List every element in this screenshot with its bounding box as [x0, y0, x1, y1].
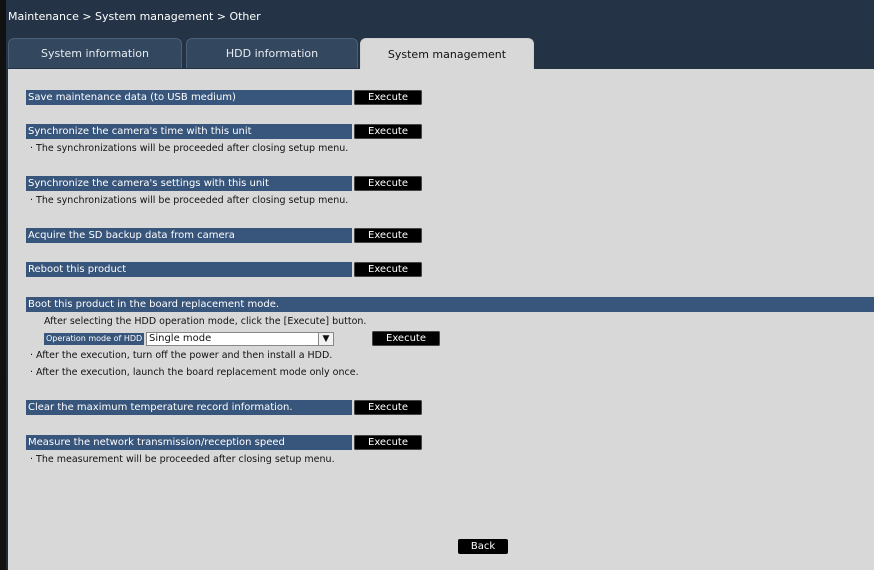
- dropdown-arrow-icon[interactable]: ▼: [318, 333, 333, 345]
- tab-label: System management: [387, 48, 507, 61]
- hdd-mode-value: Single mode: [149, 333, 212, 344]
- back-button[interactable]: Back: [458, 539, 508, 554]
- board-replacement-label: Boot this product in the board replaceme…: [26, 297, 874, 312]
- sync-settings-execute-button[interactable]: Execute: [354, 176, 422, 191]
- save-maintenance-label: Save maintenance data (to USB medium): [26, 90, 352, 105]
- board-replacement-instruction: After selecting the HDD operation mode, …: [44, 316, 367, 327]
- tab-label: HDD information: [225, 47, 319, 60]
- board-replacement-execute-button[interactable]: Execute: [372, 331, 440, 346]
- tab-hdd-information[interactable]: HDD information: [186, 38, 358, 68]
- sd-backup-execute-button[interactable]: Execute: [354, 228, 422, 243]
- hdd-mode-select[interactable]: Single mode ▼: [146, 332, 334, 346]
- board-note-1: · After the execution, turn off the powe…: [30, 350, 333, 361]
- reboot-execute-button[interactable]: Execute: [354, 262, 422, 277]
- clear-temperature-label: Clear the maximum temperature record inf…: [26, 400, 352, 415]
- breadcrumb: Maintenance > System management > Other: [8, 10, 261, 23]
- sync-settings-label: Synchronize the camera's settings with t…: [26, 176, 352, 191]
- tab-label: System information: [40, 47, 149, 60]
- sync-time-execute-button[interactable]: Execute: [354, 124, 422, 139]
- measure-network-execute-button[interactable]: Execute: [354, 435, 422, 450]
- clear-temperature-execute-button[interactable]: Execute: [354, 400, 422, 415]
- tab-system-information[interactable]: System information: [8, 38, 182, 68]
- sd-backup-label: Acquire the SD backup data from camera: [26, 228, 352, 243]
- save-maintenance-execute-button[interactable]: Execute: [354, 90, 422, 105]
- measure-network-label: Measure the network transmission/recepti…: [26, 435, 352, 450]
- board-note-2: · After the execution, launch the board …: [30, 367, 359, 378]
- reboot-label: Reboot this product: [26, 262, 352, 277]
- sync-time-label: Synchronize the camera's time with this …: [26, 124, 352, 139]
- hdd-mode-label: Operation mode of HDD: [44, 333, 145, 345]
- left-border: [0, 0, 6, 570]
- sync-time-note: · The synchronizations will be proceeded…: [30, 143, 349, 154]
- measure-network-note: · The measurement will be proceeded afte…: [30, 454, 335, 465]
- sync-settings-note: · The synchronizations will be proceeded…: [30, 195, 349, 206]
- tab-system-management[interactable]: System management: [360, 38, 534, 70]
